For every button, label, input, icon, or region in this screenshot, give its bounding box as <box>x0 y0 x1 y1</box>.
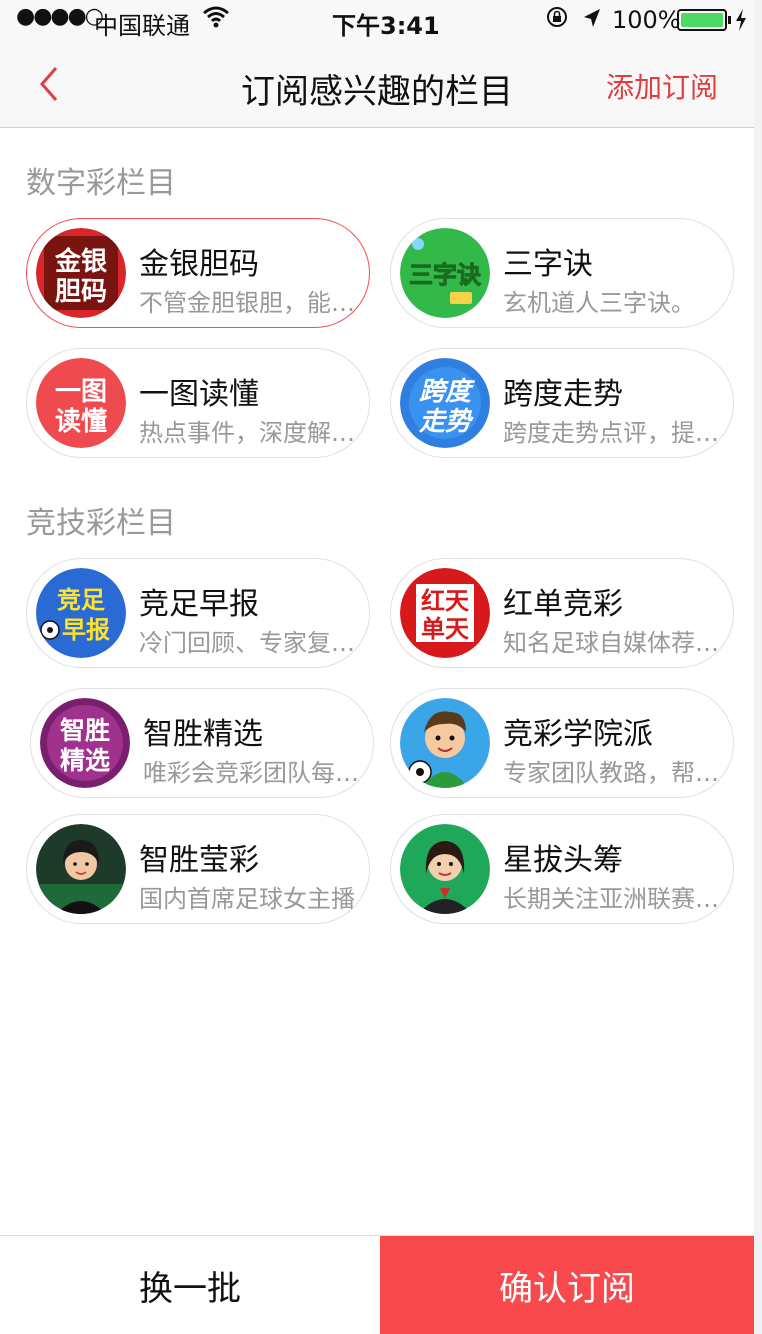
battery-percentage: 100% <box>612 6 681 34</box>
column-name: 竞足早报 <box>139 587 259 622</box>
column-card[interactable]: 智胜 精选 智胜精选 唯彩会竞彩团队每日精选 <box>30 688 374 798</box>
location-arrow-icon <box>582 7 602 29</box>
avatar-text: 竞足 <box>57 586 105 614</box>
column-desc: 专家团队教路，帮你赢球 <box>503 759 725 787</box>
battery-cap <box>728 16 731 24</box>
column-desc: 国内首席足球女主播 <box>139 885 355 913</box>
column-desc: 热点事件，深度解读一图看懂 <box>139 419 361 447</box>
rotation-lock-icon <box>546 6 568 28</box>
column-desc: 冷门回顾、专家复盘一网打尽 <box>139 629 361 657</box>
bottom-action-bar: 换一批 确认订阅 <box>0 1235 754 1334</box>
column-card[interactable]: 智胜莹彩 国内首席足球女主播 <box>26 814 370 924</box>
column-name: 星拔头筹 <box>503 843 623 878</box>
column-card[interactable]: 星拔头筹 长期关注亚洲联赛的专家 <box>390 814 734 924</box>
navigation-bar: 订阅感兴趣的栏目 添加订阅 <box>0 40 754 128</box>
column-name: 红单竞彩 <box>503 587 623 622</box>
section-title-lottery: 数字彩栏目 <box>26 166 176 201</box>
avatar-text: 红天 <box>421 587 469 615</box>
battery-fill <box>681 13 723 27</box>
avatar-text: 三字诀 <box>409 261 481 289</box>
column-card[interactable]: 竞彩学院派 专家团队教路，帮你赢球 <box>390 688 734 798</box>
status-time: 下午3:41 <box>332 12 440 40</box>
column-avatar: 三字诀 <box>400 228 490 318</box>
column-avatar: 一图 读懂 <box>36 358 126 448</box>
battery-icon <box>677 9 727 31</box>
avatar-text: 单天 <box>421 615 469 643</box>
avatar-text: 智胜 <box>60 716 110 745</box>
column-avatar: 金银 胆码 <box>36 228 126 318</box>
column-name: 竞彩学院派 <box>503 717 653 752</box>
signal-strength-dots: ●●●●○ <box>16 4 104 29</box>
column-card[interactable]: 跨度 走势 跨度走势 跨度走势点评，提供参考 <box>390 348 734 458</box>
status-bar: ●●●●○ 中国联通 下午3:41 100% <box>0 0 754 40</box>
column-card[interactable]: 金银 胆码 金银胆码 不管金胆银胆，能中奖就是好胆 <box>26 218 370 328</box>
avatar-text: 金银 <box>54 246 108 277</box>
column-avatar: 跨度 走势 <box>400 358 490 448</box>
column-desc: 唯彩会竞彩团队每日精选 <box>143 759 365 787</box>
column-name: 一图读懂 <box>139 377 259 412</box>
avatar-text: 胆码 <box>55 277 107 307</box>
column-avatar <box>400 824 490 914</box>
avatar-text: 精选 <box>60 746 110 775</box>
column-avatar: 智胜 精选 <box>40 698 130 788</box>
column-avatar <box>400 698 490 788</box>
carrier-name: 中国联通 <box>94 12 190 40</box>
column-card[interactable]: 一图 读懂 一图读懂 热点事件，深度解读一图看懂 <box>26 348 370 458</box>
column-avatar <box>36 824 126 914</box>
column-card[interactable]: 三字诀 三字诀 玄机道人三字诀。 <box>390 218 734 328</box>
column-desc: 不管金胆银胆，能中奖就是好胆 <box>139 289 361 317</box>
column-card[interactable]: 红天 单天 红单竞彩 知名足球自媒体荐单合集 <box>390 558 734 668</box>
section-title-sports: 竞技彩栏目 <box>26 506 176 541</box>
column-desc: 长期关注亚洲联赛的专家 <box>503 885 725 913</box>
column-name: 跨度走势 <box>503 377 623 412</box>
column-avatar: 竞足 早报 <box>36 568 126 658</box>
column-name: 三字诀 <box>503 247 593 282</box>
add-subscription-button[interactable]: 添加订阅 <box>606 66 718 106</box>
edge-strip <box>754 0 762 1334</box>
column-desc: 跨度走势点评，提供参考 <box>503 419 725 447</box>
column-avatar: 红天 单天 <box>400 568 490 658</box>
avatar-text: 早报 <box>62 616 110 644</box>
refresh-batch-button[interactable]: 换一批 <box>0 1236 380 1334</box>
avatar-text: 读懂 <box>55 407 107 437</box>
column-desc: 玄机道人三字诀。 <box>503 289 695 317</box>
column-card[interactable]: 竞足 早报 竞足早报 冷门回顾、专家复盘一网打尽 <box>26 558 370 668</box>
charging-bolt-icon <box>734 8 748 32</box>
column-desc: 知名足球自媒体荐单合集 <box>503 629 725 657</box>
confirm-subscribe-button[interactable]: 确认订阅 <box>380 1236 754 1334</box>
wifi-icon <box>202 4 230 28</box>
column-name: 智胜精选 <box>143 717 263 752</box>
column-name: 智胜莹彩 <box>139 843 259 878</box>
avatar-text: 走势 <box>418 407 474 437</box>
column-name: 金银胆码 <box>139 247 259 282</box>
avatar-text: 跨度 <box>419 377 476 407</box>
avatar-text: 一图 <box>55 377 107 407</box>
